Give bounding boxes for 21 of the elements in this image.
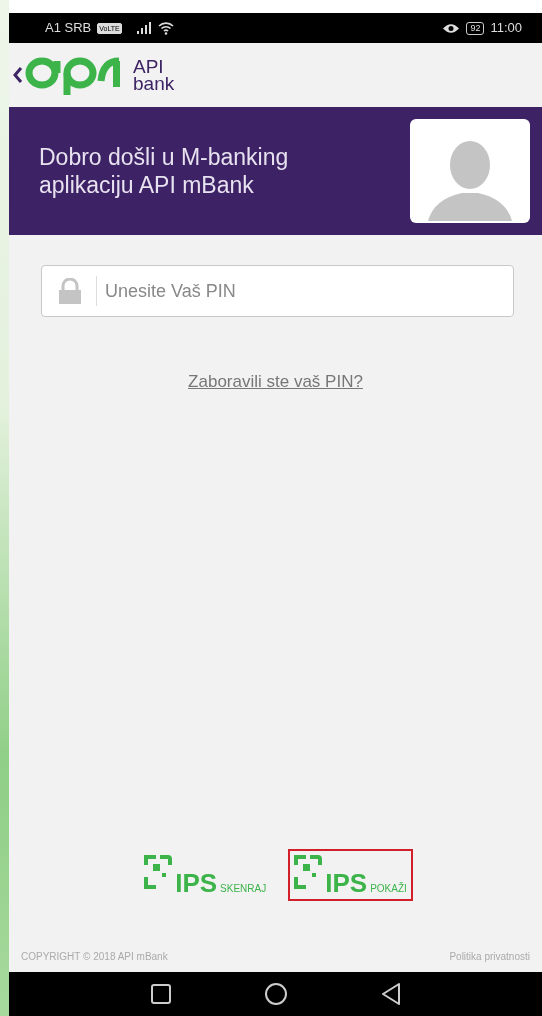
battery-level: 92 bbox=[466, 21, 485, 35]
home-icon[interactable] bbox=[263, 982, 288, 1006]
lock-icon bbox=[58, 278, 82, 304]
back-icon[interactable] bbox=[13, 66, 23, 84]
eye-icon bbox=[442, 22, 461, 34]
welcome-title: Dobro došli u M-banking aplikaciju API mBank bbox=[39, 143, 290, 199]
ips-button[interactable]: IPS POKAŽI bbox=[288, 849, 413, 901]
ips-button[interactable]: IPS SKENRAJ bbox=[138, 849, 273, 901]
logo-text: API bbox=[133, 58, 165, 75]
back-icon[interactable] bbox=[379, 982, 402, 1006]
carrier-name: A1 SRB bbox=[45, 19, 92, 38]
person-icon bbox=[426, 141, 514, 223]
clock-time: 11:00 bbox=[490, 19, 522, 38]
privacy-link[interactable]: Politika privatnosti bbox=[449, 949, 530, 964]
pin-field[interactable]: Unesite Vaš PIN bbox=[41, 265, 514, 317]
recents-icon[interactable] bbox=[149, 983, 172, 1005]
signal-icon bbox=[135, 22, 152, 34]
wifi-icon bbox=[157, 21, 174, 35]
copyright-text: COPYRIGHT © 2018 API mBank bbox=[21, 950, 168, 964]
logo-text: bank bbox=[133, 75, 175, 92]
forgot-pin-link[interactable]: Zaboravili ste vaš PIN? bbox=[188, 372, 363, 391]
